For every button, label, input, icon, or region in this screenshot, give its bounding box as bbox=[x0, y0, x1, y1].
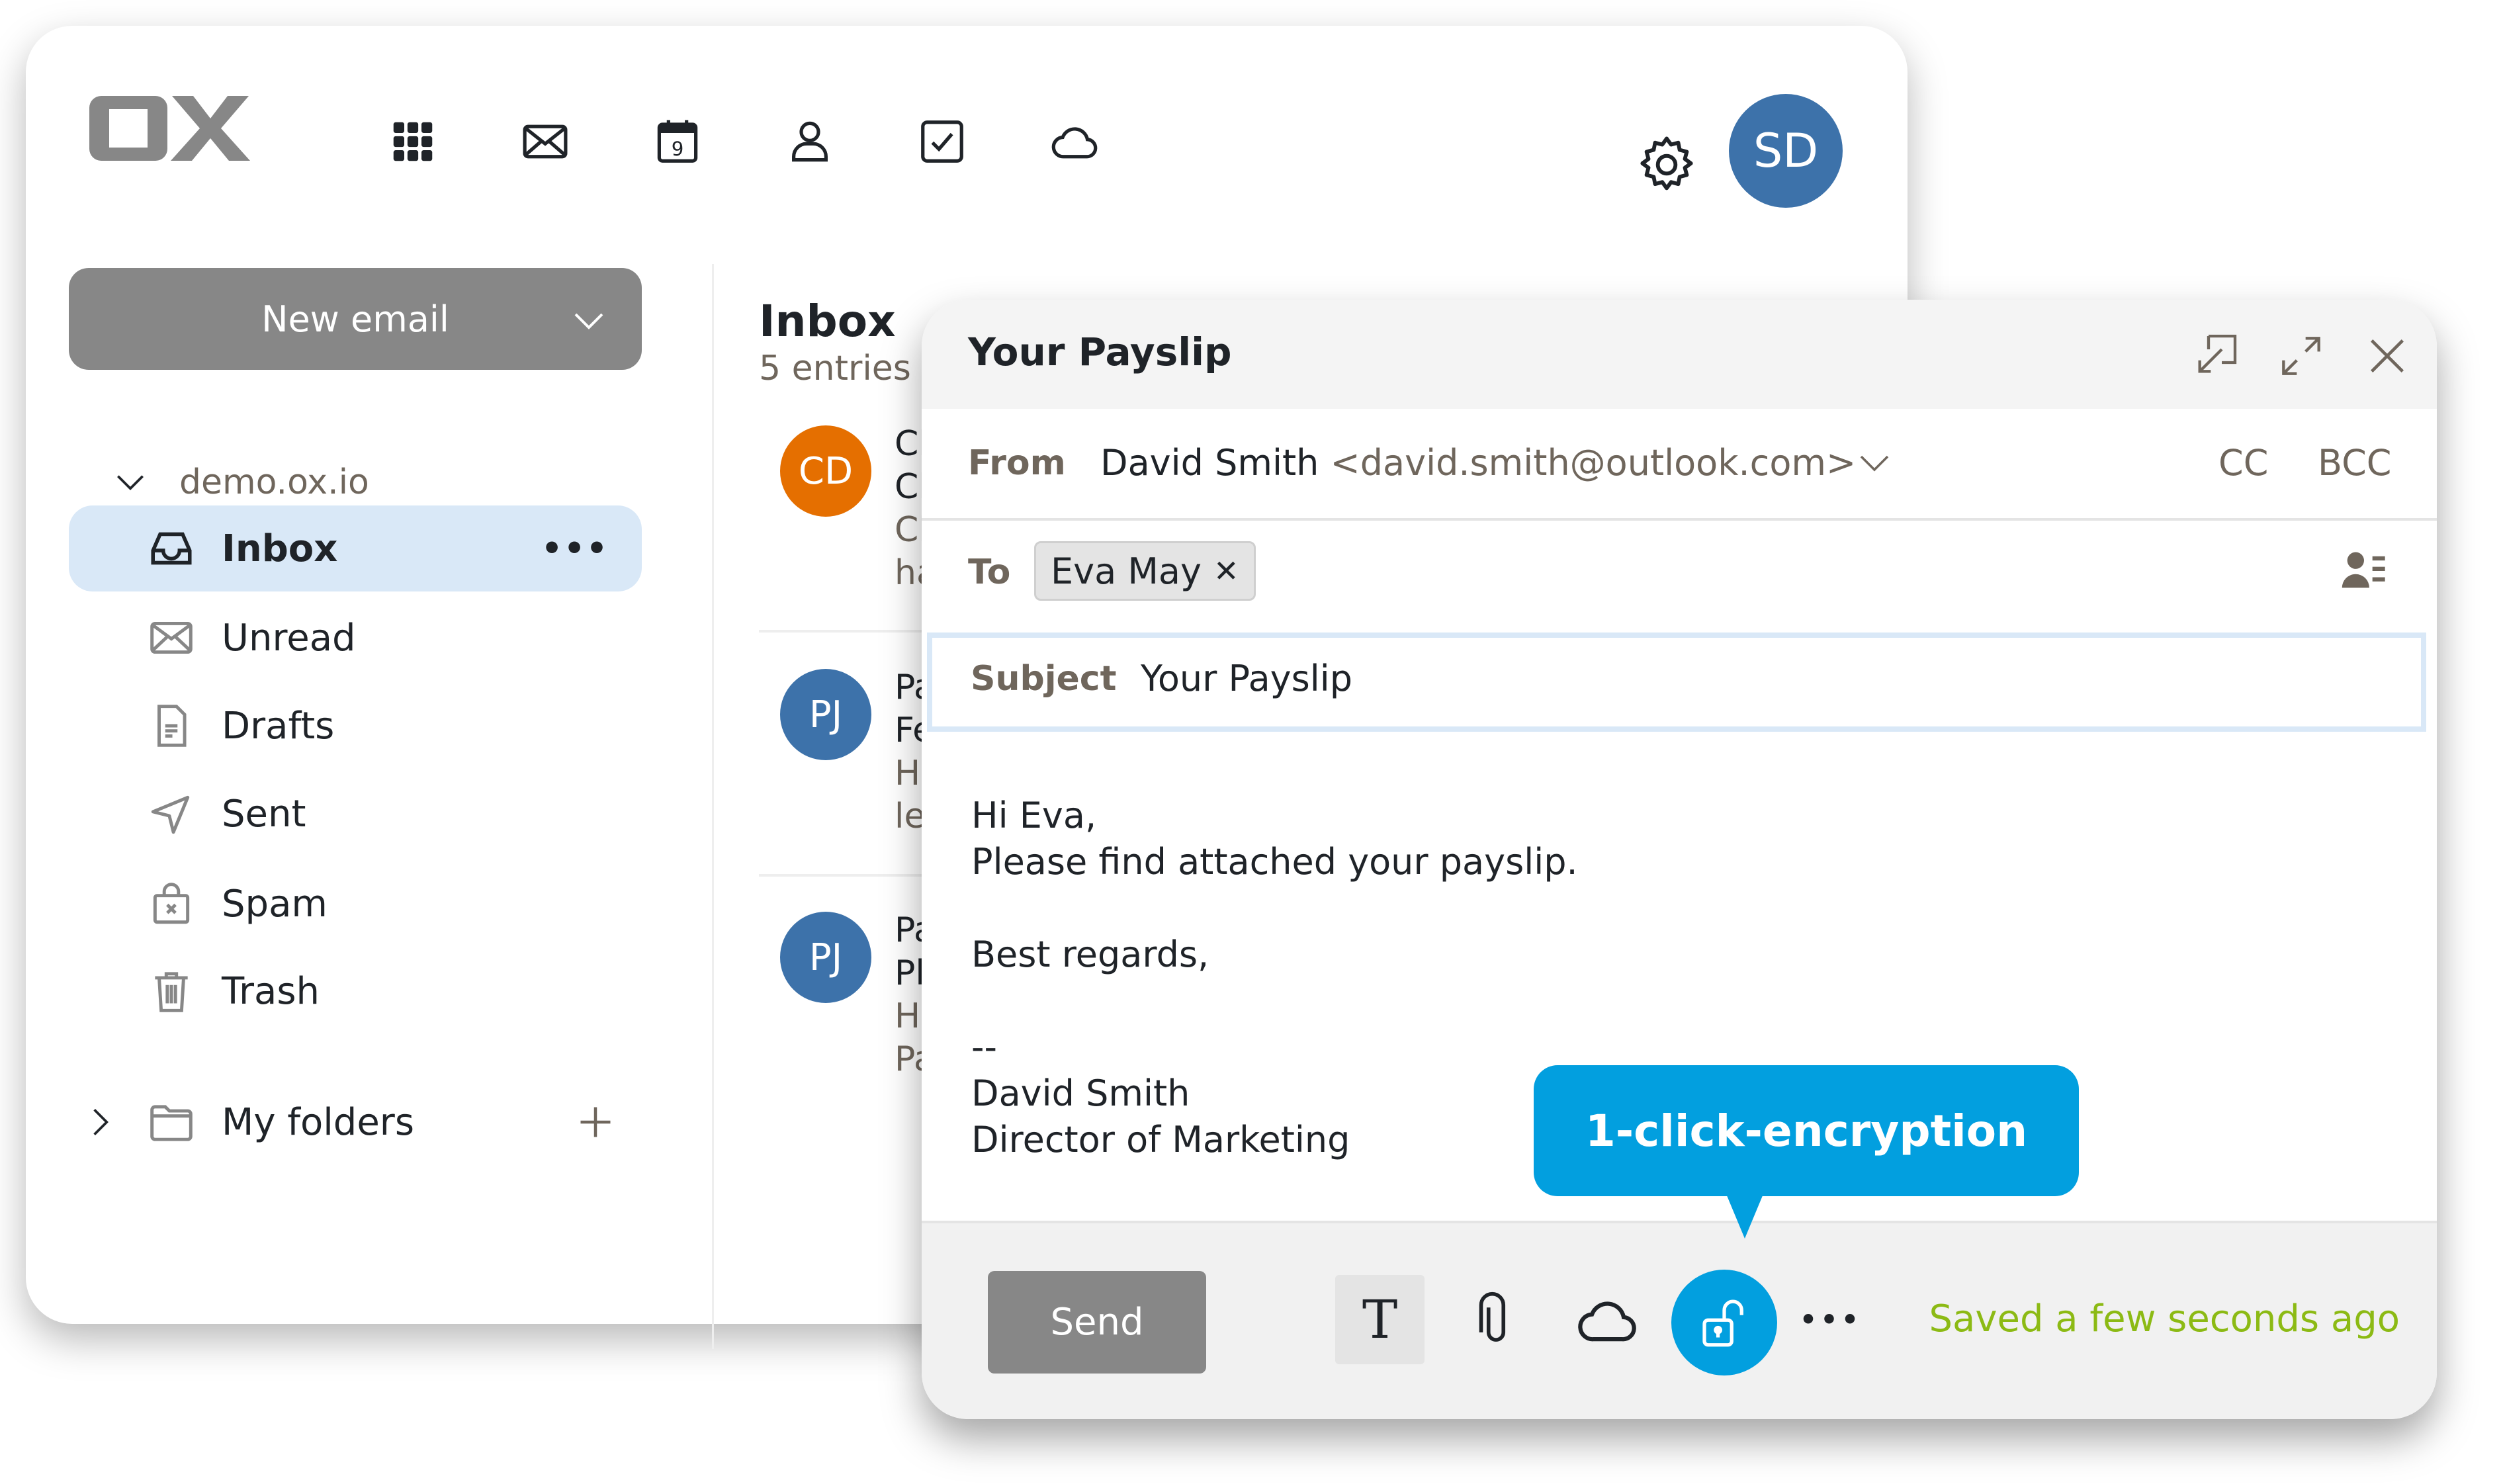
svg-text:9: 9 bbox=[672, 138, 684, 160]
address-book-icon[interactable] bbox=[2339, 546, 2389, 596]
tasks-icon[interactable] bbox=[912, 112, 972, 171]
minimize-icon[interactable] bbox=[2189, 329, 2242, 382]
folder-label: Inbox bbox=[222, 527, 338, 570]
my-folders-node[interactable]: My folders bbox=[69, 1079, 642, 1165]
encryption-tooltip: 1-click-encryption bbox=[1534, 1065, 2079, 1196]
body-line: Best regards, bbox=[971, 934, 1209, 975]
compose-window: Your Payslip From David Smith <david.smi… bbox=[922, 300, 2437, 1419]
list-title: Inbox bbox=[759, 296, 896, 347]
cc-button[interactable]: CC bbox=[2218, 442, 2268, 484]
trash-icon bbox=[145, 965, 198, 1018]
new-email-button[interactable]: New email bbox=[69, 268, 642, 370]
text-format-icon: T bbox=[1362, 1289, 1398, 1350]
new-email-label: New email bbox=[261, 298, 449, 340]
from-email: <david.smith@outlook.com> bbox=[1330, 442, 1857, 484]
text-format-button[interactable]: T bbox=[1335, 1275, 1425, 1364]
recipient-token[interactable]: Eva May ✕ bbox=[1034, 541, 1256, 601]
account-name: demo.ox.io bbox=[179, 462, 369, 502]
unlocked-padlock-icon bbox=[1702, 1299, 1743, 1347]
signature-name: David Smith bbox=[971, 1072, 1190, 1114]
signature-separator: -- bbox=[971, 1026, 997, 1068]
chevron-right-icon[interactable] bbox=[82, 1104, 119, 1141]
inbox-icon bbox=[145, 522, 198, 575]
drive-attachment-icon[interactable] bbox=[1562, 1275, 1651, 1364]
subject-field[interactable]: Subject Your Payslip bbox=[927, 633, 2426, 732]
envelope-icon bbox=[145, 611, 198, 664]
message-body-editor[interactable]: Hi Eva, Please find attached your paysli… bbox=[971, 793, 1578, 1163]
folder-label: Drafts bbox=[222, 704, 335, 748]
add-folder-icon[interactable] bbox=[576, 1102, 615, 1142]
subject-label: Subject bbox=[971, 659, 1117, 699]
apps-grid-icon[interactable] bbox=[383, 112, 443, 171]
folder-drafts[interactable]: Drafts bbox=[69, 683, 642, 769]
body-line: Please find attached your payslip. bbox=[971, 841, 1578, 883]
mail-icon[interactable] bbox=[515, 112, 575, 171]
ox-logo bbox=[89, 92, 281, 167]
user-avatar[interactable]: SD bbox=[1729, 94, 1843, 208]
sender-avatar: PJ bbox=[780, 669, 871, 760]
remove-recipient-icon[interactable]: ✕ bbox=[1213, 553, 1239, 589]
close-icon[interactable] bbox=[2361, 329, 2414, 382]
folder-label: Unread bbox=[222, 616, 356, 660]
to-label: To bbox=[968, 552, 1011, 592]
sender-avatar: CD bbox=[780, 425, 871, 517]
compose-title: Your Payslip bbox=[968, 329, 1232, 374]
folder-label: Sent bbox=[222, 792, 306, 836]
sender-avatar: PJ bbox=[780, 912, 871, 1003]
document-icon bbox=[145, 699, 198, 752]
body-line: Hi Eva, bbox=[971, 795, 1097, 836]
my-folders-label: My folders bbox=[222, 1100, 414, 1144]
settings-gear-icon[interactable] bbox=[1634, 132, 1700, 198]
folder-inbox[interactable]: Inbox ••• bbox=[69, 505, 642, 591]
attachment-icon[interactable] bbox=[1451, 1275, 1540, 1364]
bcc-button[interactable]: BCC bbox=[2318, 442, 2392, 484]
signature-title: Director of Marketing bbox=[971, 1119, 1350, 1160]
folder-label: Trash bbox=[222, 969, 320, 1013]
folder-sent[interactable]: Sent bbox=[69, 771, 642, 857]
more-options-icon[interactable]: ••• bbox=[1785, 1275, 1874, 1364]
tooltip-pointer bbox=[1725, 1191, 1765, 1239]
save-status: Saved a few seconds ago bbox=[1929, 1297, 2400, 1340]
chevron-down-icon[interactable] bbox=[112, 464, 149, 501]
calendar-icon[interactable]: 9 bbox=[648, 112, 707, 171]
folder-icon bbox=[145, 1096, 198, 1149]
avatar-initials: SD bbox=[1753, 124, 1819, 178]
folder-label: Spam bbox=[222, 882, 328, 926]
to-field[interactable]: To Eva May ✕ bbox=[922, 518, 2437, 627]
from-name: David Smith bbox=[1100, 442, 1319, 484]
list-count: 5 entries bbox=[759, 349, 911, 388]
compose-toolbar: Send T ••• Saved a few seconds ago bbox=[922, 1221, 2437, 1419]
recipient-name: Eva May bbox=[1051, 550, 1202, 592]
subject-input[interactable]: Your Payslip bbox=[1141, 658, 1352, 699]
account-node[interactable]: demo.ox.io bbox=[112, 462, 369, 502]
folder-options-icon[interactable]: ••• bbox=[541, 529, 609, 568]
chevron-down-icon[interactable] bbox=[569, 301, 609, 341]
tooltip-text: 1-click-encryption bbox=[1585, 1105, 2028, 1157]
folder-trash[interactable]: Trash bbox=[69, 948, 642, 1034]
sidebar-divider bbox=[712, 264, 714, 1349]
contacts-icon[interactable] bbox=[780, 112, 840, 171]
send-button[interactable]: Send bbox=[988, 1271, 1206, 1374]
encryption-toggle-button[interactable] bbox=[1671, 1270, 1777, 1375]
folder-spam[interactable]: Spam bbox=[69, 861, 642, 947]
send-icon bbox=[145, 787, 198, 840]
drive-cloud-icon[interactable] bbox=[1045, 112, 1104, 171]
spam-bag-icon bbox=[145, 877, 198, 930]
from-label: From bbox=[968, 443, 1066, 483]
chevron-down-icon[interactable] bbox=[1855, 443, 1894, 483]
folder-unread[interactable]: Unread bbox=[69, 595, 642, 681]
from-field[interactable]: From David Smith <david.smith@outlook.co… bbox=[922, 409, 2437, 521]
maximize-icon[interactable] bbox=[2275, 329, 2328, 382]
